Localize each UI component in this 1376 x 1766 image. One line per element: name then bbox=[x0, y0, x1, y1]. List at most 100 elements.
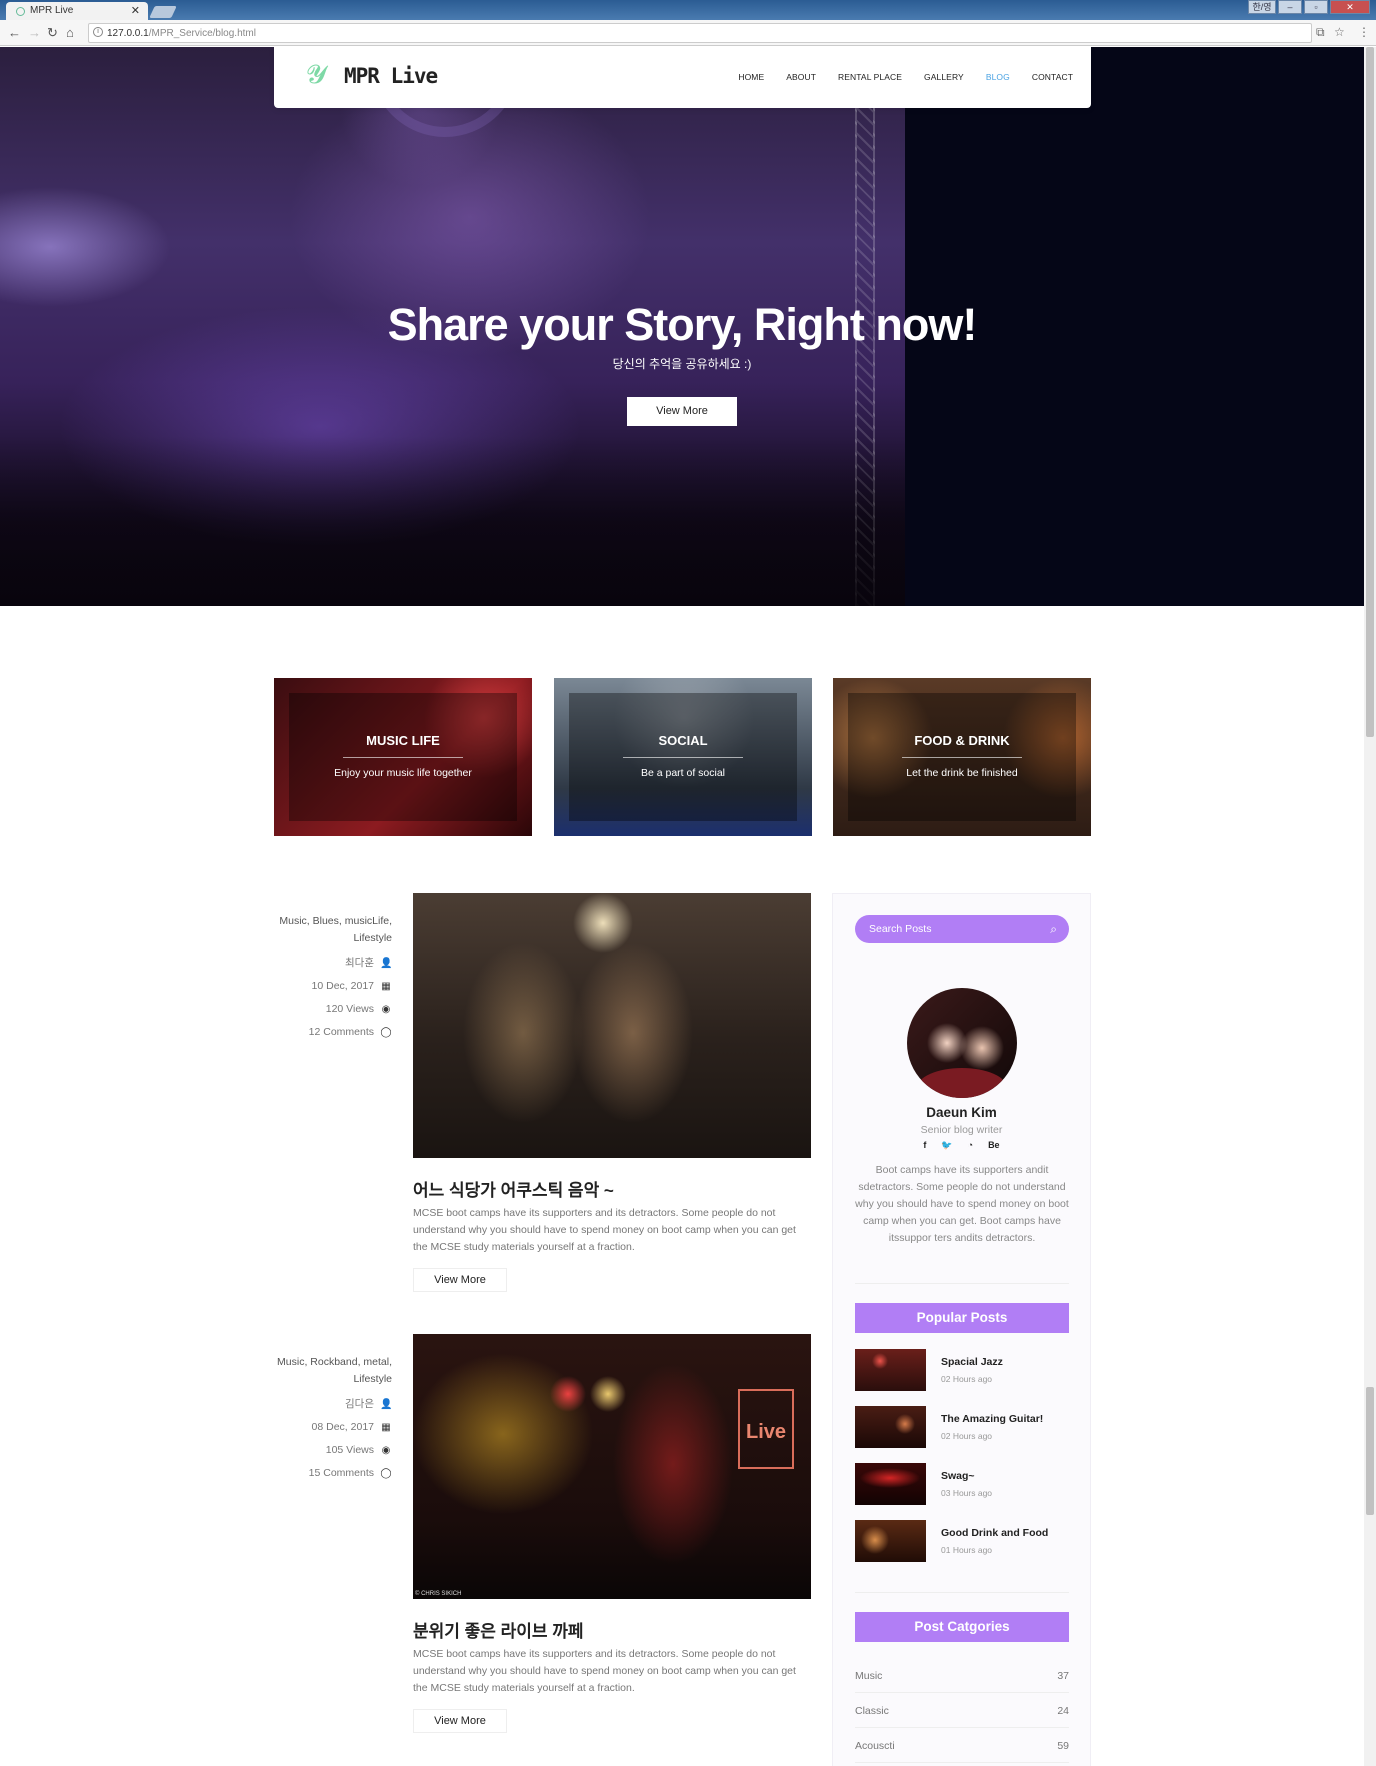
home-icon[interactable]: ⌂ bbox=[66, 25, 74, 40]
post-image[interactable] bbox=[413, 893, 811, 1158]
popular-post-thumbnail[interactable] bbox=[855, 1349, 926, 1391]
post-comments[interactable]: 12 Comments bbox=[309, 1024, 374, 1041]
author-bio: Boot camps have its supporters andit sde… bbox=[855, 1164, 1069, 1244]
post-view-more-button[interactable]: View More bbox=[413, 1268, 507, 1292]
close-window-button[interactable]: ✕ bbox=[1330, 0, 1370, 14]
category-list-item[interactable]: Acouscti 59 bbox=[855, 1729, 1069, 1763]
post-comments[interactable]: 15 Comments bbox=[309, 1465, 374, 1482]
page-scrollbar[interactable] bbox=[1364, 47, 1376, 1766]
blog-post: Music, Blues, musicLife, Lifestyle 최다훈 👤 … bbox=[274, 893, 811, 1293]
category-title: MUSIC LIFE bbox=[366, 733, 440, 748]
nav-item-gallery[interactable]: GALLERY bbox=[924, 72, 964, 82]
post-image[interactable]: Live © CHRIS SIKICH bbox=[413, 1334, 811, 1599]
post-author[interactable]: 최다훈 bbox=[345, 955, 374, 972]
category-name[interactable]: Music bbox=[855, 1670, 882, 1682]
maximize-button[interactable]: ▫ bbox=[1304, 0, 1328, 14]
post-view-more-button[interactable]: View More bbox=[413, 1709, 507, 1733]
behance-icon[interactable]: Be bbox=[988, 1140, 1000, 1151]
category-card-social[interactable]: SOCIAL Be a part of social bbox=[554, 678, 812, 836]
minimize-button[interactable]: – bbox=[1278, 0, 1302, 14]
eye-icon: ◉ bbox=[381, 1004, 391, 1015]
post-date: 10 Dec, 2017 bbox=[311, 980, 374, 992]
bookmark-star-icon[interactable]: ☆ bbox=[1334, 25, 1345, 39]
calendar-icon: ▦ bbox=[381, 981, 391, 992]
popular-post-title[interactable]: Good Drink and Food bbox=[941, 1527, 1048, 1539]
category-list-item[interactable]: Classic 24 bbox=[855, 1694, 1069, 1728]
user-icon: 👤 bbox=[380, 958, 393, 969]
eye-icon: ◉ bbox=[381, 1445, 391, 1456]
url-host: 127.0.0.1 bbox=[107, 28, 149, 39]
logo-leaf-icon[interactable]: 𝓨 bbox=[306, 59, 326, 91]
post-tags[interactable]: Music, Blues, musicLife, Lifestyle bbox=[274, 913, 392, 947]
social-links: f 🐦 ◔ Be bbox=[833, 1140, 1090, 1151]
category-card-music-life[interactable]: MUSIC LIFE Enjoy your music life togethe… bbox=[274, 678, 532, 836]
category-cards: MUSIC LIFE Enjoy your music life togethe… bbox=[274, 678, 1091, 836]
post-title[interactable]: 분위기 좋은 라이브 까페 bbox=[413, 1617, 584, 1642]
popular-post-item[interactable]: Good Drink and Food 01 Hours ago bbox=[855, 1520, 1069, 1562]
scrollbar-thumb[interactable] bbox=[1366, 47, 1374, 737]
category-count: 59 bbox=[1057, 1740, 1069, 1752]
twitter-icon[interactable]: 🐦 bbox=[941, 1140, 952, 1151]
category-card-food-drink[interactable]: FOOD & DRINK Let the drink be finished bbox=[833, 678, 1091, 836]
category-divider bbox=[623, 757, 743, 758]
tab-favicon-icon bbox=[16, 7, 25, 16]
category-list-item[interactable]: Music 37 bbox=[855, 1659, 1069, 1693]
category-name[interactable]: Classic bbox=[855, 1705, 889, 1717]
popular-post-thumbnail[interactable] bbox=[855, 1520, 926, 1562]
main-navbar: 𝓨 MPR Live HOME ABOUT RENTAL PLACE GALLE… bbox=[274, 47, 1091, 108]
popular-post-time: 02 Hours ago bbox=[941, 1374, 993, 1384]
nav-item-blog[interactable]: BLOG bbox=[986, 72, 1010, 82]
popular-post-title[interactable]: Swag~ bbox=[941, 1470, 975, 1482]
popular-post-title[interactable]: The Amazing Guitar! bbox=[941, 1413, 1043, 1425]
browser-tab[interactable]: MPR Live ✕ bbox=[6, 2, 148, 20]
inner-scrollbar-thumb[interactable] bbox=[1366, 1387, 1374, 1515]
search-placeholder: Search Posts bbox=[869, 923, 932, 935]
window-controls: 한/영 – ▫ ✕ bbox=[1248, 0, 1370, 14]
search-input[interactable]: Search Posts ⌕ bbox=[855, 915, 1069, 943]
post-author[interactable]: 김다은 bbox=[345, 1396, 374, 1413]
hero-view-more-button[interactable]: View More bbox=[627, 397, 737, 426]
menu-icon[interactable]: ⋮ bbox=[1358, 25, 1370, 39]
forward-icon[interactable]: → bbox=[28, 25, 41, 40]
translate-icon[interactable]: ⧉ bbox=[1316, 25, 1325, 40]
url-input[interactable]: i 127.0.0.1/MPR_Service/blog.html bbox=[88, 23, 1312, 43]
post-excerpt: MCSE boot camps have its supporters and … bbox=[413, 1648, 796, 1694]
popular-post-thumbnail[interactable] bbox=[855, 1406, 926, 1448]
post-excerpt: MCSE boot camps have its supporters and … bbox=[413, 1207, 796, 1253]
sidebar: Search Posts ⌕ Daeun Kim Senior blog wri… bbox=[832, 893, 1091, 1766]
popular-post-title[interactable]: Spacial Jazz bbox=[941, 1356, 1003, 1368]
post-views: 105 Views bbox=[325, 1444, 374, 1456]
site-info-icon[interactable]: i bbox=[93, 27, 103, 37]
avatar bbox=[907, 988, 1017, 1098]
category-title: SOCIAL bbox=[658, 733, 708, 748]
category-text: Let the drink be finished bbox=[906, 767, 1018, 779]
url-path: /MPR_Service/blog.html bbox=[148, 28, 256, 39]
new-tab-button[interactable] bbox=[149, 6, 177, 18]
github-icon[interactable]: ◔ bbox=[968, 1140, 973, 1151]
category-count: 37 bbox=[1057, 1670, 1069, 1682]
hero-title: Share your Story, Right now! bbox=[387, 299, 978, 350]
post-title[interactable]: 어느 식당가 어쿠스틱 음악 ~ bbox=[413, 1176, 614, 1201]
facebook-icon[interactable]: f bbox=[923, 1140, 926, 1151]
popular-post-item[interactable]: The Amazing Guitar! 02 Hours ago bbox=[855, 1406, 1069, 1448]
tab-close-icon[interactable]: ✕ bbox=[131, 4, 140, 17]
popular-post-item[interactable]: Swag~ 03 Hours ago bbox=[855, 1463, 1069, 1505]
nav-item-rental-place[interactable]: RENTAL PLACE bbox=[838, 72, 902, 82]
nav-item-home[interactable]: HOME bbox=[738, 72, 764, 82]
author-name: Daeun Kim bbox=[926, 1105, 997, 1120]
popular-post-thumbnail[interactable] bbox=[855, 1463, 926, 1505]
category-name[interactable]: Acouscti bbox=[855, 1740, 895, 1752]
ime-toggle-button[interactable]: 한/영 bbox=[1248, 0, 1276, 14]
post-tags[interactable]: Music, Rockband, metal, Lifestyle bbox=[274, 1354, 392, 1388]
popular-post-item[interactable]: Spacial Jazz 02 Hours ago bbox=[855, 1349, 1069, 1391]
page-viewport: Share your Story, Right now! 당신의 추억을 공유하… bbox=[0, 47, 1364, 1766]
back-icon[interactable]: ← bbox=[8, 25, 21, 40]
photo-credit: © CHRIS SIKICH bbox=[415, 1591, 462, 1597]
nav-item-about[interactable]: ABOUT bbox=[786, 72, 816, 82]
search-icon[interactable]: ⌕ bbox=[1050, 915, 1057, 943]
address-bar: ← → ↻ ⌂ i 127.0.0.1/MPR_Service/blog.htm… bbox=[0, 20, 1376, 46]
nav-item-contact[interactable]: CONTACT bbox=[1032, 72, 1073, 82]
reload-icon[interactable]: ↻ bbox=[47, 25, 58, 41]
site-logo[interactable]: MPR Live bbox=[344, 64, 438, 88]
browser-tab-strip: MPR Live ✕ 한/영 – ▫ ✕ bbox=[0, 0, 1376, 20]
